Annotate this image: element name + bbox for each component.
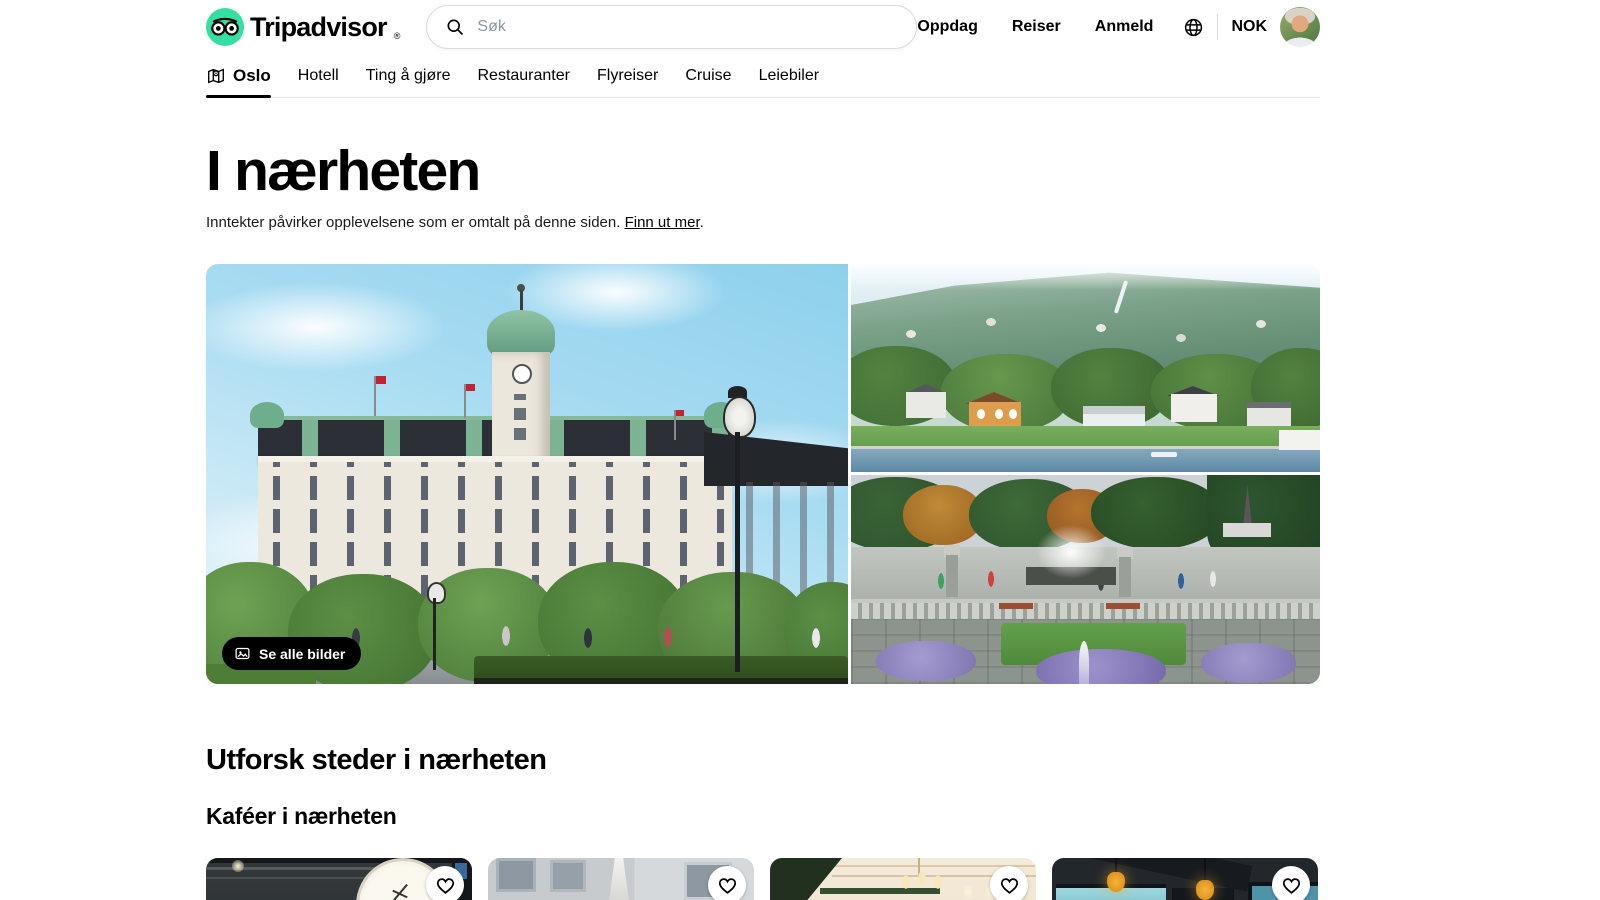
lamppost-small-head [427,582,446,604]
cafe-card-3[interactable] [770,858,1036,900]
tripadvisor-logo[interactable]: Tripadvisor ® [206,8,400,46]
registered-mark: ® [394,31,401,41]
tab-restauranter[interactable]: Restauranter [477,54,570,97]
heart-icon [717,875,738,896]
nav-reiser[interactable]: Reiser [1012,18,1061,36]
heart-icon [1281,875,1302,896]
tripadvisor-nearby-page: Tripadvisor ® Oppdag Reiser Anmeld [0,0,1600,900]
photo-icon [234,645,251,662]
window [496,858,536,892]
clock-tower-dome [487,310,555,356]
heart-icon [435,875,456,896]
favorite-button[interactable] [1272,866,1310,900]
destination-nav: Oslo Hotell Ting å gjøre Restauranter Fl… [206,54,1320,98]
search-bar[interactable] [426,5,917,49]
purple-flowers [1036,649,1166,684]
stone-pillar [946,555,958,597]
hero-photo-bottom-right[interactable] [851,475,1320,684]
hero-main-photo[interactable]: Se alle bilder [206,264,848,684]
boat [1151,452,1177,457]
norwegian-flag [376,376,386,384]
top-header: Tripadvisor ® Oppdag Reiser Anmeld [206,0,1320,54]
window [550,860,586,892]
cafe-card-4[interactable] [1052,858,1318,900]
stone-pillar [1119,557,1131,597]
tripadvisor-owl-icon [206,8,244,46]
purple-flowers [1201,643,1296,683]
ceiling-beam [206,858,472,863]
bench [999,603,1033,609]
pendant-cord [1204,858,1206,882]
cloud-band [851,264,1320,290]
waterside-building [1279,430,1320,450]
chandelier-candles [896,872,948,890]
brand-wordmark: Tripadvisor [250,12,387,43]
nav-oppdag[interactable]: Oppdag [917,18,977,36]
closed-umbrella [606,858,632,900]
house [906,392,946,418]
nav-anmeld[interactable]: Anmeld [1095,18,1154,36]
see-all-photos-label: Se alle bilder [259,646,345,662]
hero-photo-top-right[interactable] [851,264,1320,472]
tower-window [514,394,526,440]
distant-buildings [1223,523,1271,537]
currency-selector[interactable]: NOK [1231,18,1267,36]
search-input[interactable] [475,17,904,37]
favorite-button[interactable] [990,866,1028,900]
explore-heading: Utforsk steder i nærheten [206,744,546,777]
user-avatar[interactable] [1280,7,1320,47]
primary-nav: Oppdag Reiser Anmeld [917,18,1153,36]
heart-icon [999,875,1020,896]
norwegian-flag [466,384,475,391]
disclaimer-text: Inntekter påvirker opplevelsene som er o… [206,214,620,231]
fountain-jet [1079,641,1089,684]
iron-fence [474,678,848,684]
cloud [206,282,446,372]
finn-ut-mer-link[interactable]: Finn ut mer [625,214,700,231]
tab-flyreiser[interactable]: Flyreiser [597,54,658,97]
tower-clock-face [512,364,532,384]
hotel-turret [250,402,284,428]
fjord-water [851,449,1320,472]
tab-hotell[interactable]: Hotell [298,54,339,97]
header-utilities: NOK [1183,7,1320,47]
house [1171,394,1217,422]
pendant-lamp [1196,880,1214,900]
cafes-card-row [206,858,1320,900]
disclaimer-period: . [700,214,704,231]
ceiling-lamp [232,860,244,872]
search-icon [445,17,465,37]
norwegian-flag [676,410,684,416]
lamppost-pole [735,432,740,672]
tab-ting-a-gjore[interactable]: Ting å gjøre [366,54,451,97]
cafe-card-1[interactable] [206,858,472,900]
tab-leiebiler[interactable]: Leiebiler [759,54,819,97]
photo-gallery: Se alle bilder [206,264,1320,684]
house [1247,402,1291,428]
map-icon [206,66,226,86]
favorite-button[interactable] [708,866,746,900]
pendant-lamp [1107,872,1125,892]
tree [1091,477,1221,549]
revenue-disclaimer: Inntekter påvirker opplevelsene som er o… [206,214,704,231]
header-divider [1217,14,1218,40]
lamppost-small [433,598,436,670]
tab-oslo[interactable]: Oslo [206,54,271,97]
cafe-card-2[interactable] [488,858,754,900]
purple-flowers [876,641,976,681]
tab-cruise[interactable]: Cruise [685,54,731,97]
tab-oslo-label: Oslo [233,66,271,86]
cafes-heading: Kaféer i nærheten [206,803,396,830]
bench [1106,603,1140,609]
fountain-spray [1036,525,1106,579]
wall-lamp [964,886,972,898]
globe-icon[interactable] [1183,17,1204,38]
page-title: I nærheten [206,138,479,204]
favorite-button[interactable] [426,866,464,900]
see-all-photos-button[interactable]: Se alle bilder [222,637,361,670]
